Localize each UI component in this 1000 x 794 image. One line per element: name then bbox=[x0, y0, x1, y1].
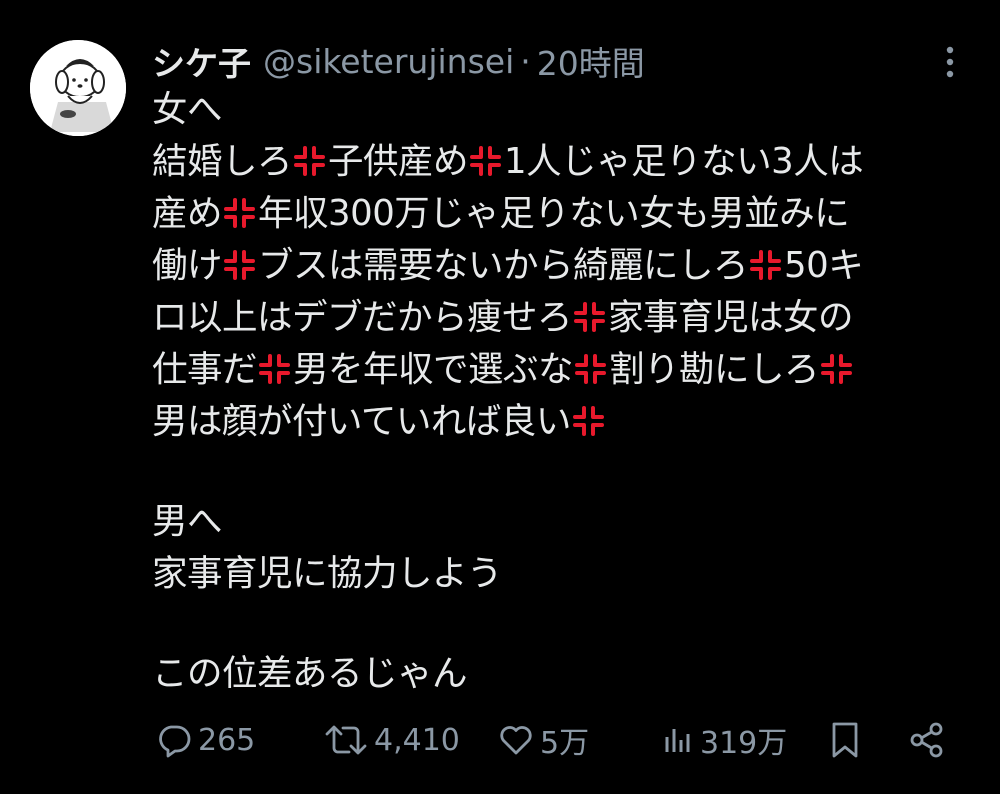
tweet-text-segment: 結婚しろ bbox=[152, 141, 293, 182]
tweet-line: この位差あるじゃん bbox=[152, 648, 982, 700]
reply-button[interactable]: 265 bbox=[156, 716, 255, 764]
like-button[interactable]: 5万 bbox=[498, 716, 589, 764]
more-button[interactable] bbox=[930, 42, 970, 82]
views-icon bbox=[665, 729, 690, 752]
share-icon bbox=[910, 722, 943, 758]
reply-count: 265 bbox=[198, 722, 256, 758]
more-icon bbox=[946, 46, 954, 78]
tweet-text-segment: 1人じゃ足りない3人は bbox=[504, 141, 864, 182]
tweet-text-segment: 働け bbox=[152, 245, 223, 286]
action-bar: 265 4,410 5万 319万 bbox=[152, 716, 962, 764]
tweet-line: 仕事だ 男を年収で選ぶな 割り勘にしろ bbox=[152, 344, 982, 396]
anger-symbol-icon bbox=[572, 404, 606, 438]
tweet-text-segment: 産め bbox=[152, 193, 223, 234]
tweet-line: 結婚しろ 子供産め 1人じゃ足りない3人は bbox=[152, 136, 982, 188]
tweet-text-segment: この位差あるじゃん bbox=[152, 653, 468, 694]
anger-symbol-icon bbox=[749, 248, 783, 282]
tweet-text-segment: ロ以上はデブだから痩せろ bbox=[152, 297, 573, 338]
tweet-text-segment: 子供産め bbox=[328, 141, 469, 182]
tweet-text-segment: 家事育児に協力しよう bbox=[152, 553, 503, 594]
anger-symbol-icon bbox=[574, 352, 608, 386]
anger-symbol-icon bbox=[820, 352, 854, 386]
tweet-text-segment: ブスは需要ないから綺麗にしろ bbox=[258, 245, 749, 286]
tweet-text-segment: 女へ bbox=[152, 89, 223, 130]
reply-icon bbox=[159, 725, 191, 758]
tweet-text: 女へ 結婚しろ 子供産め 1人じゃ足りない3人は 産め 年収300万じゃ足りない女も男… bbox=[152, 84, 982, 700]
heart-icon bbox=[500, 726, 532, 755]
tweet-text-segment: 男へ bbox=[152, 501, 223, 542]
anger-symbol-icon bbox=[573, 300, 607, 334]
anger-symbol-icon bbox=[293, 144, 327, 178]
anger-symbol-icon bbox=[223, 248, 257, 282]
views-count: 319万 bbox=[700, 726, 788, 761]
anger-symbol-icon bbox=[223, 196, 257, 230]
tweet-text-segment: 男は顔が付いていれば良い bbox=[152, 401, 571, 442]
user-handle[interactable]: @siketerujinsei bbox=[263, 42, 514, 81]
display-name[interactable]: シケ子 bbox=[152, 37, 251, 85]
tweet-line: 働け ブスは需要ないから綺麗にしろ 50キ bbox=[152, 240, 982, 292]
tweet-text-segment: 50キ bbox=[784, 245, 864, 286]
retweet-button[interactable]: 4,410 bbox=[324, 716, 460, 764]
tweet-line: 男は顔が付いていれば良い bbox=[152, 396, 982, 448]
tweet-text-segment: 年収300万じゃ足りない女も男並みに bbox=[258, 193, 850, 234]
separator: · bbox=[520, 41, 531, 81]
views-button[interactable]: 319万 bbox=[662, 716, 787, 764]
retweet-icon bbox=[325, 725, 367, 755]
tweet-text-segment: 男を年収で選ぶな bbox=[293, 349, 574, 390]
bookmark-button[interactable] bbox=[828, 716, 862, 764]
tweet-text-segment: 割り勘にしろ bbox=[609, 349, 820, 390]
tweet-line: 男へ bbox=[152, 496, 982, 548]
share-button[interactable] bbox=[908, 716, 946, 764]
bookmark-icon bbox=[832, 722, 858, 758]
like-count: 5万 bbox=[540, 726, 590, 761]
anger-symbol-icon bbox=[258, 352, 292, 386]
tweet-text-segment: 家事育児は女の bbox=[608, 297, 854, 338]
tweet-line: 家事育児に協力しよう bbox=[152, 548, 982, 600]
tweet-header: シケ子 @siketerujinsei · 20時間 bbox=[152, 36, 645, 86]
tweet-line: 産め 年収300万じゃ足りない女も男並みに bbox=[152, 188, 982, 240]
retweet-count: 4,410 bbox=[374, 722, 460, 758]
tweet-text-segment: 仕事だ bbox=[152, 349, 258, 390]
avatar[interactable] bbox=[30, 40, 126, 136]
tweet-line: ロ以上はデブだから痩せろ 家事育児は女の bbox=[152, 292, 982, 344]
timestamp[interactable]: 20時間 bbox=[537, 37, 645, 85]
tweet-line: 女へ bbox=[152, 84, 982, 136]
anger-symbol-icon bbox=[469, 144, 503, 178]
avatar-dog-icon bbox=[30, 40, 126, 136]
